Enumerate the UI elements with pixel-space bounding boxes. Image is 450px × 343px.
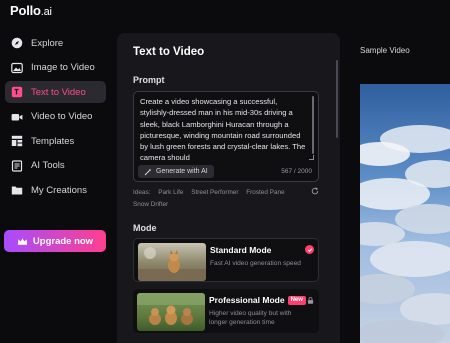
sidebar-item-templates[interactable]: Templates	[5, 130, 106, 152]
idea-chip[interactable]: Street Performer	[191, 189, 238, 196]
sample-video-player[interactable]	[360, 84, 450, 343]
sidebar-nav: Explore Image to Video Text to Video Vid…	[5, 32, 106, 204]
panel-scrollbar[interactable]	[336, 60, 338, 138]
idea-chip[interactable]: Park Life	[158, 189, 183, 196]
mode-name-text: Professional Mode	[209, 295, 285, 305]
text-to-video-panel: Text to Video Prompt Create a video show…	[117, 33, 340, 343]
professional-mode-thumbnail	[137, 293, 205, 331]
refresh-icon[interactable]	[311, 187, 319, 195]
sidebar-item-label: My Creations	[31, 184, 87, 196]
sidebar-item-label: Templates	[31, 135, 75, 147]
sidebar-item-explore[interactable]: Explore	[5, 32, 106, 54]
text-video-icon	[11, 86, 23, 98]
brand-suffix: .ai	[40, 6, 52, 18]
sidebar-item-label: Explore	[31, 37, 64, 49]
sidebar-item-label: Video to Video	[31, 111, 93, 122]
generate-with-ai-label: Generate with AI	[156, 168, 208, 175]
prompt-textarea[interactable]: Create a video showcasing a successful, …	[133, 91, 319, 182]
professional-mode-card[interactable]: Professional Mode New Higher video qualit…	[133, 289, 319, 333]
upgrade-button[interactable]: Upgrade now	[4, 230, 106, 252]
image-icon	[11, 62, 23, 74]
idea-chip[interactable]: Snow Drifter	[133, 201, 168, 208]
folder-icon	[11, 184, 23, 196]
mode-name: Professional Mode New	[209, 295, 306, 306]
checkmark-icon	[305, 245, 314, 254]
sidebar-item-label: AI Tools	[31, 160, 65, 171]
mode-name: Standard Mode	[210, 245, 272, 255]
mode-label: Mode	[133, 223, 157, 233]
templates-icon	[11, 135, 23, 147]
sample-video-frame	[360, 84, 450, 343]
mode-description: Fast AI video generation speed	[210, 260, 301, 267]
sidebar: Pollo.ai Explore Image to Video Text to …	[0, 0, 112, 343]
prompt-label: Prompt	[133, 75, 165, 85]
sidebar-item-my-creations[interactable]: My Creations	[5, 179, 106, 201]
sidebar-item-label: Image to Video	[31, 62, 95, 73]
video-camera-icon	[11, 111, 23, 123]
upgrade-label: Upgrade now	[32, 235, 94, 247]
standard-mode-card[interactable]: Standard Mode Fast AI video generation s…	[133, 238, 319, 282]
crown-icon	[17, 237, 27, 245]
resize-handle-icon[interactable]	[309, 155, 314, 160]
lock-icon	[307, 297, 314, 304]
idea-chip[interactable]: Frosted Pane	[246, 189, 284, 196]
ideas-list: Ideas: Park Life Street Performer Froste…	[133, 187, 308, 211]
tools-icon	[11, 159, 23, 172]
new-badge: New	[287, 296, 306, 306]
sidebar-item-text-to-video[interactable]: Text to Video	[5, 81, 106, 103]
ideas-label: Ideas:	[133, 189, 151, 196]
compass-icon	[11, 37, 23, 49]
sidebar-item-label: Text to Video	[31, 86, 86, 98]
brand-logo[interactable]: Pollo.ai	[10, 3, 52, 18]
sidebar-item-ai-tools[interactable]: AI Tools	[5, 155, 106, 177]
magic-wand-icon	[144, 168, 152, 175]
prompt-scrollbar[interactable]	[312, 96, 314, 154]
brand-name: Pollo	[10, 3, 41, 18]
character-count: 567 / 2000	[281, 168, 312, 175]
standard-mode-thumbnail	[138, 243, 206, 281]
mode-description: Higher video quality but with longer gen…	[209, 310, 292, 326]
generate-with-ai-button[interactable]: Generate with AI	[138, 165, 214, 178]
prompt-text[interactable]: Create a video showcasing a successful, …	[140, 96, 308, 164]
sidebar-item-image-to-video[interactable]: Image to Video	[5, 57, 106, 79]
panel-title: Text to Video	[133, 46, 205, 58]
sidebar-item-video-to-video[interactable]: Video to Video	[5, 106, 106, 128]
sample-video-label: Sample Video	[360, 46, 410, 55]
